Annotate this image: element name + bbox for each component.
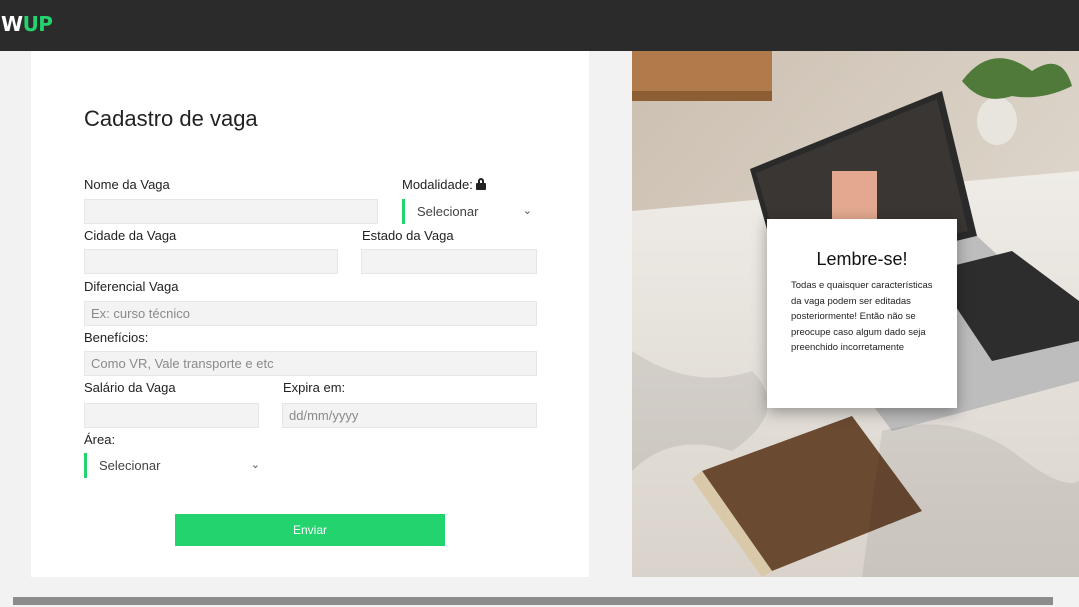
enviar-button[interactable]: Enviar [175, 514, 445, 546]
area-select[interactable]: Selecionar ⌄ [84, 453, 266, 478]
logo-w: W [1, 12, 23, 36]
lock-icon [475, 178, 486, 190]
diferencial-vaga-input[interactable] [84, 301, 537, 326]
cidade-vaga-label: Cidade da Vaga [84, 228, 177, 243]
area-label: Área: [84, 432, 116, 447]
expira-em-input[interactable] [282, 403, 537, 428]
estado-vaga-label: Estado da Vaga [362, 228, 454, 243]
logo-up: UP [22, 12, 53, 36]
beneficios-label: Benefícios: [84, 330, 149, 345]
top-navbar: WUP [0, 0, 1079, 51]
nome-vaga-label: Nome da Vaga [84, 177, 170, 192]
page-title: Cadastro de vaga [84, 106, 258, 131]
modalidade-label: Modalidade: [402, 177, 486, 192]
modalidade-select[interactable]: Selecionar ⌄ [402, 199, 538, 224]
beneficios-input[interactable] [84, 351, 537, 376]
wup-logo[interactable]: WUP [1, 12, 53, 36]
chevron-down-icon: ⌄ [250, 459, 260, 471]
reminder-title: Lembre-se! [816, 249, 908, 269]
salario-vaga-input[interactable] [84, 403, 259, 428]
cidade-vaga-input[interactable] [84, 249, 338, 274]
modalidade-label-text: Modalidade: [402, 177, 473, 192]
diferencial-vaga-label: Diferencial Vaga [84, 279, 179, 294]
scrollbar-thumb[interactable] [13, 597, 1053, 605]
reminder-card: Lembre-se! Todas e quaisquer característ… [767, 219, 957, 408]
nome-vaga-input[interactable] [84, 199, 378, 224]
chevron-down-icon: ⌄ [522, 205, 532, 217]
modalidade-selected: Selecionar [417, 204, 479, 219]
expira-em-label: Expira em: [283, 380, 346, 395]
area-selected: Selecionar [99, 458, 161, 473]
salario-vaga-label: Salário da Vaga [84, 380, 176, 395]
estado-vaga-input[interactable] [361, 249, 537, 274]
reminder-text: Todas e quaisquer características da vag… [791, 280, 933, 353]
